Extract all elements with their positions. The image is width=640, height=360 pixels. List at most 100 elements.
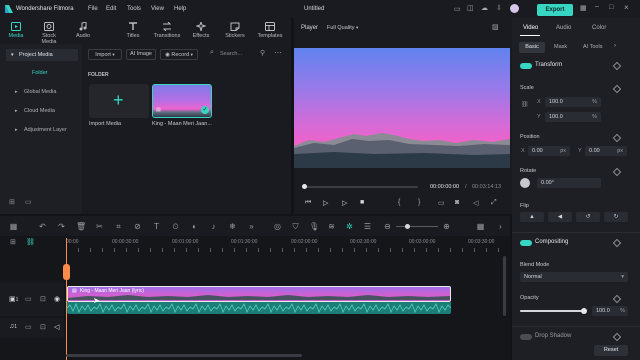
sidebar-item-adjustment-layer[interactable]: ▸ Adjustment Layer <box>6 124 78 136</box>
menu-help[interactable]: Help <box>174 6 186 12</box>
tab-transitions[interactable]: Transitions <box>152 22 182 39</box>
subtab-mask[interactable]: Mask <box>554 44 567 50</box>
more-tools-icon[interactable]: » <box>247 222 256 231</box>
maximize-icon[interactable]: □ <box>609 4 613 11</box>
fullscreen-icon[interactable]: ⤢ <box>491 199 497 207</box>
link-track-icon[interactable]: ⛓ <box>26 238 35 246</box>
play-icon[interactable]: ▷ <box>342 199 347 207</box>
zoom-out-icon[interactable]: ⊖ <box>383 222 392 231</box>
progress-track[interactable] <box>304 186 418 188</box>
cloud-icon[interactable]: ☁ <box>481 4 488 12</box>
sidebar-item-global-media[interactable]: ▸ Global Media <box>6 86 78 98</box>
compositing-toggle[interactable] <box>520 240 532 246</box>
search-input[interactable]: Search... <box>220 51 242 57</box>
volume-icon[interactable]: ◁ <box>473 199 478 207</box>
audio-detach-icon[interactable]: ♪ <box>209 222 218 231</box>
scale-y-field[interactable]: 100.0 % <box>545 112 601 122</box>
tab-media[interactable]: Media <box>1 22 31 39</box>
more-icon[interactable]: ⋯ <box>274 48 282 57</box>
export-button[interactable]: Export <box>537 4 573 16</box>
opacity-field[interactable]: 100.0 % <box>592 306 628 316</box>
flip-vertical-button[interactable]: ▲ <box>520 212 544 222</box>
split-icon[interactable]: ✂ <box>95 222 104 231</box>
tab-effects[interactable]: Effects <box>186 22 216 39</box>
quality-select[interactable]: Full Quality ▾ <box>327 25 358 31</box>
snapshot-image-icon[interactable]: ▨ <box>492 23 499 31</box>
flip-horizontal-button[interactable]: ◀ <box>548 212 572 222</box>
camera-snapshot-icon[interactable]: ◙ <box>455 199 459 206</box>
next-frame-icon[interactable]: ▷ <box>323 199 328 207</box>
subtab-basic[interactable]: Basic <box>519 42 545 53</box>
menu-edit[interactable]: Edit <box>106 6 116 12</box>
grid-layout-icon[interactable]: ▦ <box>580 4 587 12</box>
filter-icon[interactable]: ⚲ <box>260 49 265 57</box>
scale-x-field[interactable]: 100.0 % <box>545 97 601 107</box>
lock-icon[interactable]: ⊡ <box>40 295 46 303</box>
tab-video[interactable]: Video <box>523 25 538 31</box>
subtab-ai-tools[interactable]: AI Tools <box>583 44 602 50</box>
render-icon[interactable]: ◎ <box>273 222 282 231</box>
speed-icon[interactable]: ⏲ <box>171 222 180 231</box>
menu-tools[interactable]: Tools <box>127 6 141 12</box>
timeline-horizontal-scrollbar[interactable] <box>66 354 302 357</box>
timeline-video-clip[interactable]: ▤ King - Maan Meri Jaan (lyric) <box>67 286 451 302</box>
grid-view-icon[interactable]: ▦ <box>476 222 485 231</box>
add-track-icon[interactable]: ⊞ <box>10 238 16 246</box>
timeline-more-icon[interactable]: › <box>496 222 505 231</box>
avatar[interactable] <box>510 4 519 13</box>
tab-stickers[interactable]: Stickers <box>220 22 250 39</box>
gift-icon[interactable]: ◫ <box>467 4 474 12</box>
freeze-icon[interactable]: ❄ <box>228 222 237 231</box>
disable-icon[interactable]: ⊘ <box>133 222 142 231</box>
blend-mode-select[interactable]: Normal ▾ <box>520 272 628 282</box>
transform-toggle[interactable] <box>520 63 532 69</box>
playhead-knob[interactable] <box>302 184 307 189</box>
chevron-right-icon[interactable]: › <box>614 43 616 49</box>
rotate-dial[interactable] <box>520 178 530 188</box>
redo-icon[interactable]: ↷ <box>57 222 66 231</box>
color-match-icon[interactable]: ◐ <box>190 222 199 231</box>
tab-titles[interactable]: Titles <box>118 22 148 39</box>
list-icon[interactable]: ☰ <box>363 222 372 231</box>
mark-in-icon[interactable]: { <box>398 199 400 206</box>
stop-icon[interactable]: ■ <box>360 199 364 206</box>
display-settings-icon[interactable]: ▭ <box>438 199 445 207</box>
tab-audio-inspector[interactable]: Audio <box>556 25 571 31</box>
new-folder-icon[interactable]: ⊞ <box>9 198 15 206</box>
voiceover-icon[interactable]: ≋ <box>327 222 336 231</box>
timeline-audio-waveform[interactable] <box>66 302 452 314</box>
snap-icon[interactable]: ✲ <box>345 222 354 231</box>
sidebar-item-cloud-media[interactable]: ▸ Cloud Media <box>6 105 78 117</box>
reset-button[interactable]: Reset <box>594 345 628 356</box>
tab-templates[interactable]: Templates <box>254 22 286 39</box>
opacity-slider-knob[interactable] <box>581 308 587 314</box>
tab-color[interactable]: Color <box>592 25 606 31</box>
eye-icon[interactable]: ◉ <box>54 295 60 303</box>
zoom-in-icon[interactable]: ⊕ <box>442 222 451 231</box>
layout-grid-icon[interactable]: ▦ <box>9 222 18 231</box>
tab-stock-media[interactable]: Stock Media <box>34 22 64 45</box>
folder-icon[interactable]: ▭ <box>25 295 32 303</box>
drop-shadow-toggle[interactable] <box>520 334 532 340</box>
link-icon[interactable]: ⛓ <box>521 101 529 108</box>
mic-icon[interactable]: 🎙 <box>309 222 319 231</box>
folder-icon[interactable]: ▭ <box>25 323 32 331</box>
menu-view[interactable]: View <box>151 6 164 12</box>
position-y-field[interactable]: 0.00 px <box>585 146 627 156</box>
ai-image-button[interactable]: AI Image <box>126 49 156 60</box>
import-media-tile[interactable]: + <box>89 84 149 118</box>
menu-file[interactable]: File <box>88 6 98 12</box>
media-item-thumbnail[interactable]: ▤ ✓ <box>152 84 212 118</box>
tab-audio[interactable]: Audio <box>68 22 98 39</box>
download-icon[interactable]: ⇩ <box>496 4 502 12</box>
delete-icon[interactable]: 🗑 <box>76 222 86 231</box>
record-button[interactable]: ◉ Record ▾ <box>160 49 198 60</box>
import-button[interactable]: Import ▾ <box>88 49 122 60</box>
rotate-field[interactable]: 0.00° <box>537 178 601 188</box>
rotate-left-button[interactable]: ↺ <box>576 212 600 222</box>
collapse-folder-icon[interactable]: ▭ <box>25 198 32 206</box>
text-tool-icon[interactable]: T <box>152 222 161 231</box>
monitor-icon[interactable]: ▭ <box>454 5 461 13</box>
speaker-icon[interactable]: ◁ <box>54 323 59 331</box>
prev-frame-icon[interactable]: ⏮ <box>305 199 311 207</box>
